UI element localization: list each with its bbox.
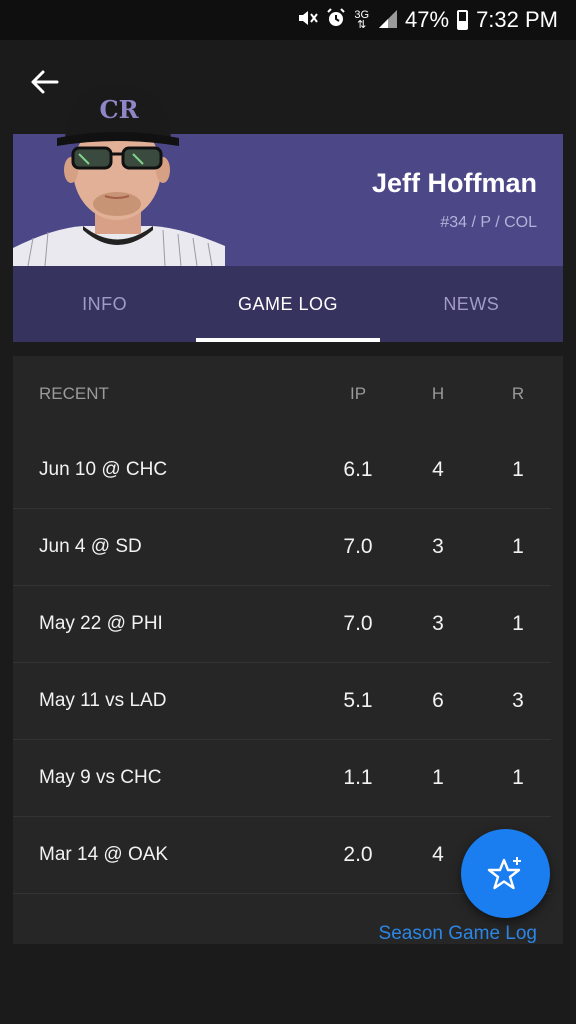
ip-cell: 1.1 bbox=[343, 766, 373, 789]
h-cell: 3 bbox=[432, 535, 444, 558]
player-tabs: INFO GAME LOG NEWS bbox=[13, 266, 563, 342]
cap-logo: CR bbox=[99, 95, 139, 124]
table-header: RECENT IP H R bbox=[13, 356, 563, 432]
r-cell: 1 bbox=[512, 612, 524, 635]
player-meta: #34 / P / COL bbox=[440, 214, 537, 231]
ip-cell: 2.0 bbox=[343, 843, 373, 866]
favorite-fab-button[interactable] bbox=[461, 829, 550, 918]
r-cell: 1 bbox=[512, 535, 524, 558]
network-type-indicator: 3G ⇅ bbox=[354, 9, 370, 31]
h-cell: 3 bbox=[432, 612, 444, 635]
player-name: Jeff Hoffman bbox=[371, 168, 537, 198]
table-row[interactable]: May 11 vs LAD 5.1 6 3 bbox=[13, 663, 551, 740]
mute-vibrate-icon bbox=[296, 8, 319, 33]
ip-cell: 5.1 bbox=[343, 689, 373, 712]
column-header-r: R bbox=[511, 384, 525, 403]
game-cell: Jun 10 @ CHC bbox=[39, 459, 168, 480]
game-cell: May 22 @ PHI bbox=[39, 613, 163, 634]
status-bar: 3G ⇅ 47% 7:32 PM bbox=[0, 0, 576, 40]
game-cell: May 11 vs LAD bbox=[39, 690, 167, 711]
table-row[interactable]: May 22 @ PHI 7.0 3 1 bbox=[13, 586, 551, 663]
game-cell: Mar 14 @ OAK bbox=[39, 844, 169, 865]
ip-cell: 7.0 bbox=[343, 612, 373, 635]
r-cell: 3 bbox=[512, 689, 524, 712]
alarm-icon bbox=[326, 7, 346, 33]
tab-info[interactable]: INFO bbox=[13, 266, 196, 342]
clock: 7:32 PM bbox=[476, 7, 558, 32]
tab-game-log[interactable]: GAME LOG bbox=[196, 266, 380, 342]
ip-cell: 7.0 bbox=[343, 535, 373, 558]
network-type-label: 3G bbox=[354, 9, 370, 21]
h-cell: 4 bbox=[432, 843, 444, 866]
star-add-icon bbox=[487, 856, 521, 889]
battery-icon bbox=[457, 10, 469, 30]
h-cell: 6 bbox=[432, 689, 444, 712]
table-row[interactable]: May 9 vs CHC 1.1 1 1 bbox=[13, 740, 551, 817]
column-header-ip: IP bbox=[349, 384, 367, 403]
table-row[interactable]: Jun 4 @ SD 7.0 3 1 bbox=[13, 509, 551, 586]
game-cell: May 9 vs CHC bbox=[39, 767, 162, 788]
season-game-log-link[interactable]: Season Game Log bbox=[379, 923, 537, 945]
player-photo: CR bbox=[13, 78, 225, 266]
table-row[interactable]: Jun 10 @ CHC 6.1 4 1 bbox=[13, 432, 551, 509]
h-cell: 1 bbox=[432, 766, 444, 789]
column-header-h: H bbox=[431, 384, 445, 403]
battery-percent: 47% bbox=[405, 7, 450, 32]
game-cell: Jun 4 @ SD bbox=[39, 536, 142, 557]
ip-cell: 6.1 bbox=[343, 458, 373, 481]
r-cell: 1 bbox=[512, 766, 524, 789]
h-cell: 4 bbox=[432, 458, 444, 481]
tab-news[interactable]: NEWS bbox=[380, 266, 563, 342]
signal-icon bbox=[377, 10, 398, 30]
r-cell: 1 bbox=[512, 458, 524, 481]
column-header-recent: RECENT bbox=[39, 384, 109, 403]
